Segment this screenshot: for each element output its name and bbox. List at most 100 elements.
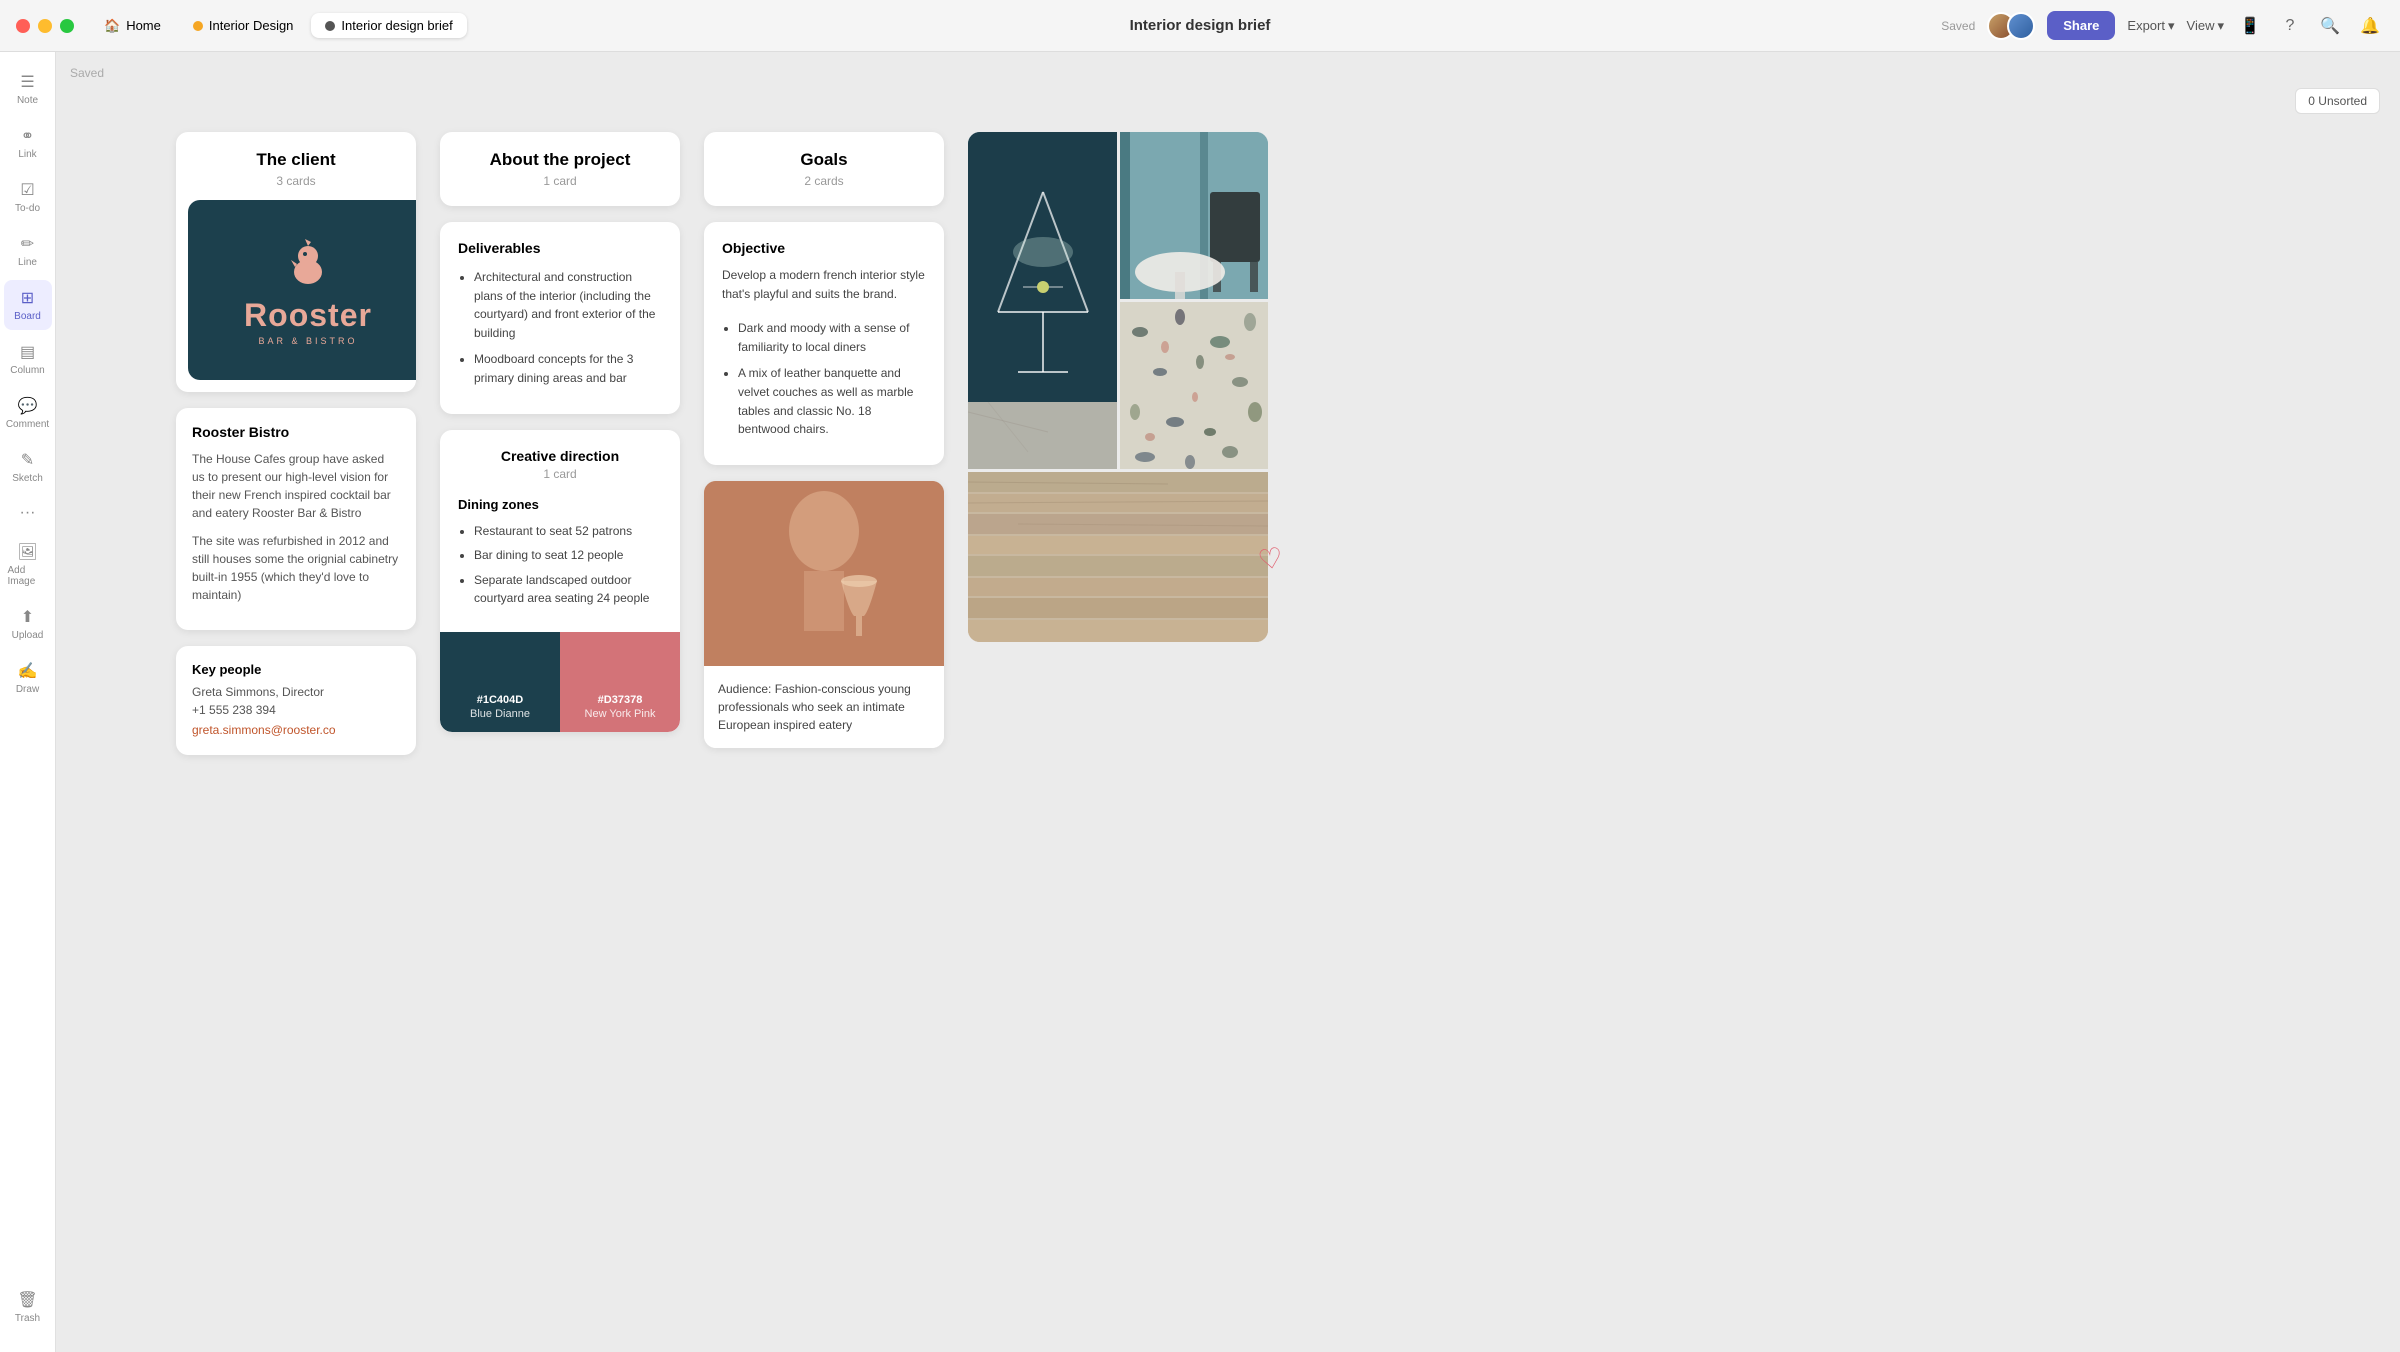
tab-interior-design[interactable]: Interior Design	[179, 13, 308, 38]
swatch-blue: #1C404D Blue Dianne	[440, 632, 560, 732]
dining-list: Restaurant to seat 52 patrons Bar dining…	[458, 522, 662, 608]
client-card-count: 3 cards	[194, 174, 398, 188]
audience-image	[704, 481, 944, 666]
audience-img-svg	[704, 481, 944, 666]
about-title: About the project	[458, 150, 662, 170]
sidebar-item-add-image[interactable]: 🖼 Add Image	[4, 534, 52, 595]
view-button[interactable]: View ▾	[2187, 18, 2224, 34]
sidebar-item-line[interactable]: ✏ Line	[4, 226, 52, 276]
moodboard-interior-svg	[968, 472, 1268, 642]
sidebar: ☰ Note ⚭ Link ☑ To-do ✏ Line ⊞ Board ▤ C…	[0, 52, 56, 1352]
comment-icon: 💬	[18, 396, 38, 416]
link-icon: ⚭	[21, 126, 34, 146]
audience-card: Audience: Fashion-conscious young profes…	[704, 481, 944, 748]
sidebar-item-trash[interactable]: 🗑 Trash	[4, 1282, 52, 1332]
tab-bar: 🏠 Home Interior Design Interior design b…	[90, 13, 467, 39]
sidebar-board-label: Board	[14, 311, 41, 322]
avatar-group	[1987, 12, 2035, 40]
sidebar-item-sketch[interactable]: ✎ Sketch	[4, 442, 52, 492]
moodboard-chairs-svg	[1120, 132, 1269, 299]
client-desc1: The House Cafes group have asked us to p…	[192, 450, 400, 522]
audience-caption: Audience: Fashion-conscious young profes…	[704, 666, 944, 748]
note-icon: ☰	[20, 72, 34, 92]
tab-home[interactable]: 🏠 Home	[90, 13, 175, 39]
rooster-brand-text: Rooster	[244, 297, 372, 334]
dining-item-2: Bar dining to seat 12 people	[474, 546, 662, 565]
sidebar-item-more[interactable]: ···	[4, 496, 52, 530]
column-client: The client 3 cards	[176, 132, 416, 755]
column-about: About the project 1 card Deliverables Ar…	[440, 132, 680, 755]
sidebar-line-label: Line	[18, 257, 37, 268]
creative-title: Creative direction	[458, 448, 662, 464]
tab-brief-label: Interior design brief	[341, 18, 452, 33]
sidebar-item-comment[interactable]: 💬 Comment	[4, 388, 52, 438]
sidebar-sketch-label: Sketch	[12, 473, 43, 484]
rooster-svg-icon	[283, 234, 333, 289]
moodboard-img-2	[1120, 132, 1269, 299]
sidebar-item-draw[interactable]: ✍ Draw	[4, 653, 52, 703]
maximize-button[interactable]	[60, 19, 74, 33]
canvas[interactable]: Saved 0 Unsorted The client 3 cards	[56, 52, 2400, 1352]
traffic-lights	[16, 19, 74, 33]
client-title: The client	[194, 150, 398, 170]
close-button[interactable]	[16, 19, 30, 33]
device-icon[interactable]: 📱	[2236, 12, 2264, 40]
sidebar-comment-label: Comment	[6, 419, 49, 430]
column-icon: ▤	[20, 342, 35, 362]
creative-count: 1 card	[458, 467, 662, 481]
key-people-phone: +1 555 238 394	[192, 703, 400, 717]
sidebar-item-upload[interactable]: ⬆ Upload	[4, 599, 52, 649]
trash-icon: 🗑	[17, 1290, 37, 1310]
objective-card: Objective Develop a modern french interi…	[704, 222, 944, 465]
share-button[interactable]: Share	[2047, 11, 2115, 40]
about-card-count: 1 card	[458, 174, 662, 188]
add-image-icon: 🖼	[17, 542, 37, 562]
key-people-title: Key people	[192, 662, 400, 677]
key-people-email[interactable]: greta.simmons@rooster.co	[192, 723, 336, 737]
cards-area: The client 3 cards	[176, 132, 1268, 755]
search-icon[interactable]: 🔍	[2316, 12, 2344, 40]
deliverables-list: Architectural and construction plans of …	[458, 268, 662, 388]
creative-header: Creative direction 1 card	[440, 430, 680, 485]
titlebar: 🏠 Home Interior Design Interior design b…	[0, 0, 2400, 52]
avatar-2	[2007, 12, 2035, 40]
sidebar-item-link[interactable]: ⚭ Link	[4, 118, 52, 168]
client-logo-inner: Rooster BAR & BISTRO	[244, 234, 372, 346]
minimize-button[interactable]	[38, 19, 52, 33]
help-icon[interactable]: ?	[2276, 12, 2304, 40]
swatch-pink-name: New York Pink	[585, 708, 656, 720]
sidebar-note-label: Note	[17, 95, 38, 106]
export-button[interactable]: Export ▾	[2127, 18, 2174, 34]
client-col-header: The client 3 cards	[176, 132, 416, 188]
tab-home-label: Home	[126, 18, 161, 33]
swatch-blue-name: Blue Dianne	[470, 708, 530, 720]
sidebar-item-note[interactable]: ☰ Note	[4, 64, 52, 114]
page-title: Interior design brief	[1130, 17, 1271, 34]
goals-title: Goals	[722, 150, 926, 170]
moodboard-terrazzo-svg	[1120, 302, 1269, 469]
column-moodboard: ♡	[968, 132, 1268, 755]
heart-doodle: ♡	[1255, 540, 1290, 578]
tab-interior-brief[interactable]: Interior design brief	[311, 13, 466, 38]
dining-item-1: Restaurant to seat 52 patrons	[474, 522, 662, 541]
unsorted-button[interactable]: 0 Unsorted	[2295, 88, 2380, 114]
sidebar-item-board[interactable]: ⊞ Board	[4, 280, 52, 330]
client-name: Rooster Bistro	[192, 424, 400, 440]
draw-icon: ✍	[18, 661, 38, 681]
objective-item-2: A mix of leather banquette and velvet co…	[738, 364, 926, 438]
moodboard-cocktail-svg	[968, 132, 1117, 469]
swatch-blue-hex: #1C404D	[477, 694, 523, 706]
objective-item-1: Dark and moody with a sense of familiari…	[738, 319, 926, 356]
notification-icon[interactable]: 🔔	[2356, 12, 2384, 40]
sidebar-item-todo[interactable]: ☑ To-do	[4, 172, 52, 222]
sidebar-trash-label: Trash	[15, 1313, 40, 1324]
dining-title: Dining zones	[458, 497, 662, 512]
deliverables-title: Deliverables	[458, 240, 662, 256]
home-icon: 🏠	[104, 18, 120, 34]
creative-card: Creative direction 1 card Dining zones R…	[440, 430, 680, 732]
sidebar-item-column[interactable]: ▤ Column	[4, 334, 52, 384]
saved-status: Saved	[1941, 19, 1975, 33]
moodboard-img-1	[968, 132, 1117, 469]
objective-title: Objective	[722, 240, 926, 256]
key-people-card: Key people Greta Simmons, Director +1 55…	[176, 646, 416, 755]
